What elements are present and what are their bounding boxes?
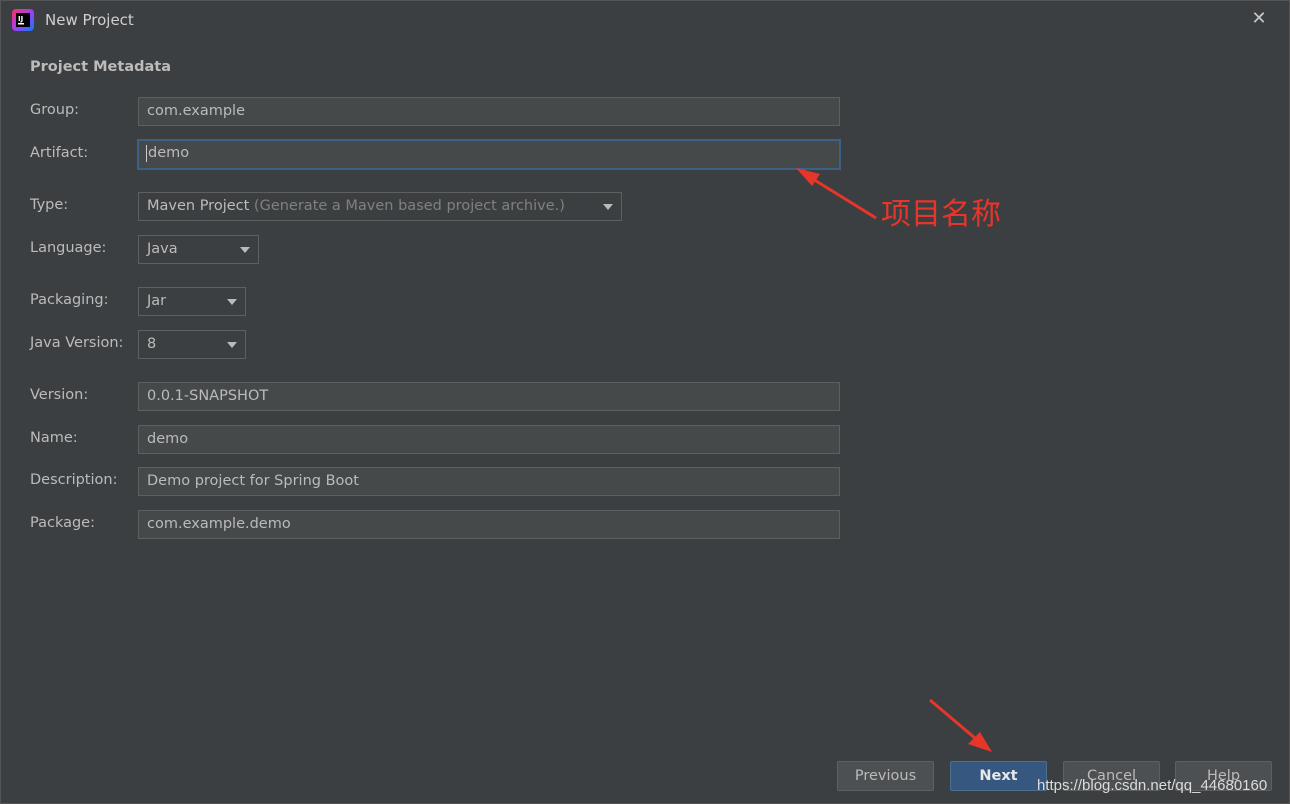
java-version-select[interactable]: 8 [138,330,246,359]
chevron-down-icon [227,342,237,348]
svg-text:IJ: IJ [18,15,23,23]
type-select[interactable]: Maven Project (Generate a Maven based pr… [138,192,622,221]
artifact-label: Artifact: [30,145,89,161]
version-field[interactable]: 0.0.1-SNAPSHOT [138,382,840,411]
annotation-text: 项目名称 [881,197,1001,232]
package-field[interactable]: com.example.demo [138,510,840,539]
next-button[interactable]: Next [950,761,1047,791]
language-label: Language: [30,240,107,256]
window-title: New Project [45,11,134,29]
watermark: https://blog.csdn.net/qq_44680160 [1037,777,1268,794]
intellij-idea-icon: IJ [12,9,34,31]
previous-button[interactable]: Previous [837,761,934,791]
name-label: Name: [30,430,78,446]
chevron-down-icon [603,204,613,210]
title-bar: IJ New Project ✕ [1,1,1289,39]
description-field[interactable]: Demo project for Spring Boot [138,467,840,496]
name-field[interactable]: demo [138,425,840,454]
language-value: Java [147,241,178,257]
packaging-label: Packaging: [30,292,109,308]
description-label: Description: [30,472,118,488]
version-label: Version: [30,387,89,403]
artifact-field[interactable]: demo [137,139,841,170]
group-label: Group: [30,102,80,118]
group-field[interactable]: com.example [138,97,840,126]
type-hint: (Generate a Maven based project archive.… [253,198,565,214]
language-select[interactable]: Java [138,235,259,264]
text-caret [146,144,147,162]
new-project-dialog: IJ New Project ✕ Project Metadata Group:… [0,0,1290,804]
java-version-value: 8 [147,336,157,352]
close-icon[interactable]: ✕ [1249,9,1269,29]
package-label: Package: [30,515,95,531]
packaging-select[interactable]: Jar [138,287,246,316]
packaging-value: Jar [147,293,167,309]
artifact-value: demo [148,145,190,161]
type-label: Type: [30,197,69,213]
chevron-down-icon [240,247,250,253]
java-version-label: Java Version: [30,335,124,351]
chevron-down-icon [227,299,237,305]
type-value: Maven Project [147,198,250,214]
section-title: Project Metadata [30,59,171,75]
